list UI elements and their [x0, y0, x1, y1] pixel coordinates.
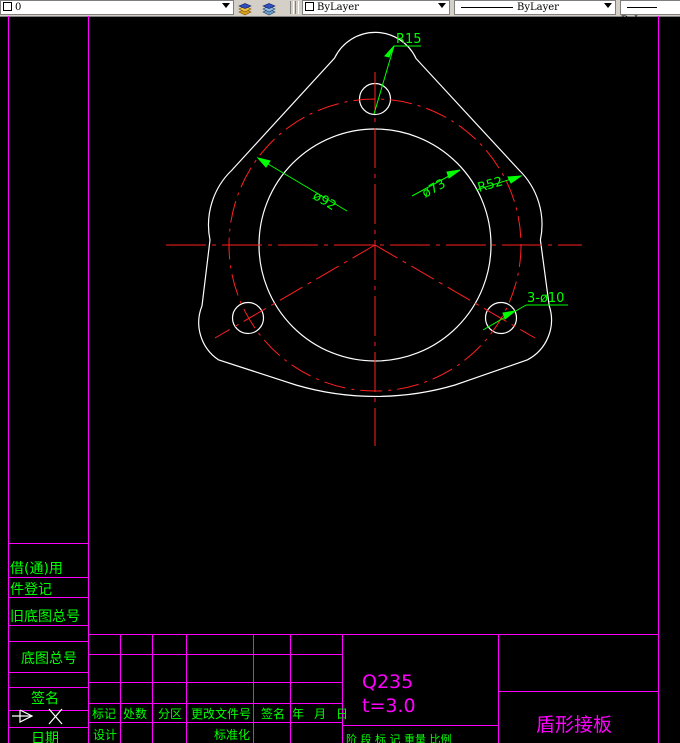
- dim-d92: ø92: [310, 189, 339, 214]
- layer-value: 0: [15, 2, 22, 13]
- rev-header-day: 日: [336, 707, 348, 721]
- rev-header-sign: 签名: [261, 706, 285, 721]
- lineweight-sample: [627, 7, 657, 8]
- chevron-down-icon[interactable]: [604, 3, 612, 8]
- color-swatch-icon: [305, 2, 314, 11]
- toolbar-separator: [290, 1, 294, 14]
- dim-r15: R15: [396, 32, 422, 47]
- make-object-layer-current-icon[interactable]: [238, 1, 252, 16]
- rev-header-change-doc: 更改文件号: [191, 706, 251, 721]
- center-lines: [166, 72, 582, 446]
- side-label-borrow: 借(通)用: [10, 561, 63, 577]
- linetype-sample: [461, 7, 513, 8]
- color-control-dropdown[interactable]: ByLayer: [302, 0, 450, 15]
- part-name-label: 盾形接板: [536, 714, 612, 736]
- side-label-date: 日期: [31, 731, 59, 743]
- side-label-sign: 签名: [31, 690, 59, 707]
- material-label: Q235: [362, 671, 413, 693]
- stage-row-label: 阶 段 标 记 重量 比例: [346, 732, 451, 743]
- drawing-canvas[interactable]: 借(通)用 件登记 旧底图总号 底图总号 签名 日期 标记 处数 分区 更改文件…: [0, 16, 680, 743]
- rev-header-year: 年: [292, 707, 304, 721]
- chevron-down-icon[interactable]: [222, 3, 230, 8]
- dim-holes: 3-ø10: [527, 291, 564, 306]
- side-label-old-base: 旧底图总号: [10, 609, 80, 625]
- rev-header-mark: 标记: [92, 707, 116, 721]
- drawing-frame: [8, 16, 659, 743]
- color-value: ByLayer: [317, 2, 359, 13]
- standardize-label: 标准化: [214, 728, 250, 742]
- linetype-control-dropdown[interactable]: ByLayer: [454, 0, 616, 15]
- dimensions: [256, 45, 568, 331]
- side-label-base: 底图总号: [21, 651, 77, 667]
- layer-previous-icon[interactable]: [262, 1, 278, 16]
- layer-color-icon: [3, 2, 12, 11]
- dim-r52: R52: [476, 174, 505, 195]
- layer-dropdown[interactable]: 0: [0, 0, 234, 15]
- rev-header-month: 月: [314, 707, 326, 721]
- chevron-down-icon[interactable]: [438, 3, 446, 8]
- side-label-register: 件登记: [10, 582, 52, 598]
- lineweight-control-dropdown[interactable]: ByLa: [620, 0, 680, 26]
- design-label: 设计: [93, 728, 117, 742]
- linetype-value: ByLayer: [517, 2, 559, 13]
- ucs-icon: [12, 708, 63, 725]
- rev-header-zone: 分区: [158, 707, 182, 721]
- dim-d73: ø73: [420, 177, 449, 202]
- rev-header-count: 处数: [123, 706, 147, 721]
- thickness-label: t=3.0: [362, 695, 416, 717]
- toolbar-separator: [295, 1, 299, 14]
- properties-toolbar: 0 ByLayer ByLayer ByLa: [0, 0, 680, 26]
